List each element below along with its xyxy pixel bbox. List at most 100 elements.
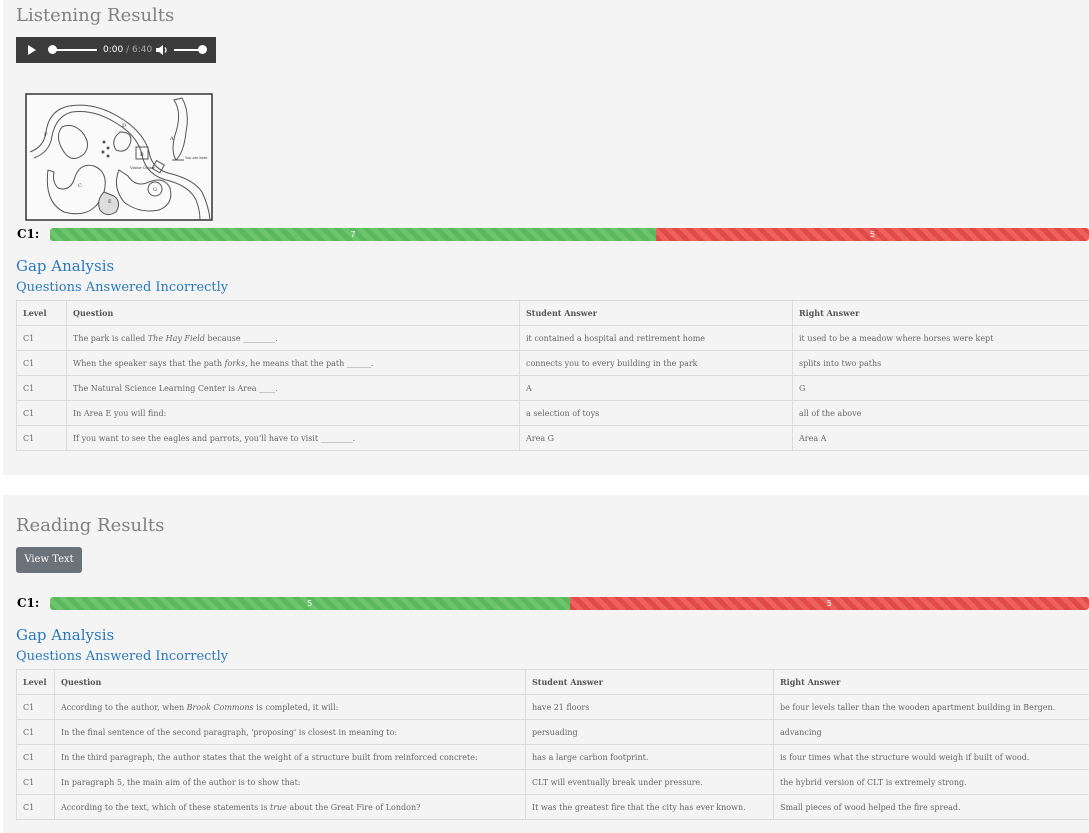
question-emphasis: Brook Commons	[186, 702, 254, 712]
question-text-end: about the Great Fire of London?	[286, 802, 421, 812]
right-answer-cell: advancing	[773, 719, 1089, 745]
question-text: In Area E you will find:	[73, 408, 167, 418]
column-header-question: Question	[66, 300, 520, 326]
question-text: In paragraph 5, the main aim of the auth…	[61, 777, 301, 787]
view-text-button[interactable]: View Text	[16, 547, 82, 573]
level-cell: C1	[16, 719, 55, 745]
svg-text:You are here: You are here	[184, 156, 208, 160]
reading-correct-segment: 5	[50, 597, 570, 610]
listening-correct-segment: 7	[50, 228, 657, 241]
student-answer-cell: CLT will eventually break under pressure…	[525, 769, 774, 795]
column-header-right-answer: Right Answer	[792, 300, 1089, 326]
svg-text:F: F	[44, 132, 48, 138]
question-text-end: because ________.	[204, 333, 278, 343]
right-answer-cell: Small pieces of wood helped the fire spr…	[773, 794, 1089, 820]
question-text: In the third paragraph, the author state…	[61, 752, 478, 762]
question-cell: In paragraph 5, the main aim of the auth…	[54, 769, 526, 795]
right-answer-cell: Area A	[792, 425, 1089, 451]
park-map-image: F D A B C E G Visitor Center You are her…	[25, 93, 213, 221]
table-row: C1 In the final sentence of the second pa…	[16, 719, 1089, 745]
listening-gap-table: Level Question Student Answer Right Answ…	[16, 300, 1089, 451]
audio-seek-handle[interactable]	[48, 45, 57, 54]
audio-time: 0:00 / 6:40	[103, 45, 152, 55]
question-text-end: is completed, it will:	[253, 702, 339, 712]
listening-level-label: C1:	[17, 227, 40, 241]
question-emphasis: true	[269, 802, 287, 812]
table-row: C1 In paragraph 5, the main aim of the au…	[16, 769, 1089, 795]
play-icon[interactable]	[28, 45, 36, 55]
question-cell: If you want to see the eagles and parrot…	[66, 425, 520, 451]
table-row: C1 If you want to see the eagles and parr…	[16, 425, 1089, 451]
svg-text:C: C	[78, 183, 82, 189]
student-answer-cell: Area G	[519, 425, 793, 451]
listening-incorrect-segment: 5	[656, 228, 1089, 241]
question-cell: When the speaker says that the path fork…	[66, 350, 520, 376]
student-answer-cell: It was the greatest fire that the city h…	[525, 794, 774, 820]
student-answer-cell: it contained a hospital and retirement h…	[519, 325, 793, 351]
table-row: C1 According to the author, when Brook Co…	[16, 694, 1089, 720]
svg-text:Visitor Center: Visitor Center	[129, 166, 155, 170]
student-answer-cell: have 21 floors	[525, 694, 774, 720]
question-cell: The park is called The Hay Field because…	[66, 325, 520, 351]
column-header-right-answer: Right Answer	[773, 669, 1089, 695]
column-header-level: Level	[16, 669, 55, 695]
column-header-student-answer: Student Answer	[519, 300, 793, 326]
reading-score-bar: 5 5	[50, 597, 1089, 610]
table-row: C1 In the third paragraph, the author sta…	[16, 744, 1089, 770]
audio-current-time: 0:00	[103, 45, 124, 55]
question-cell: In the third paragraph, the author state…	[54, 744, 526, 770]
svg-text:G: G	[153, 187, 157, 193]
question-cell: According to the text, which of these st…	[54, 794, 526, 820]
table-row: C1 In Area E you will find: a selection of…	[16, 400, 1089, 426]
question-text: The Natural Science Learning Center is A…	[73, 383, 278, 393]
svg-text:B: B	[140, 152, 144, 158]
question-text: The park is called	[73, 333, 148, 343]
student-answer-cell: a selection of toys	[519, 400, 793, 426]
listening-gap-title: Gap Analysis	[16, 257, 115, 275]
svg-text:E: E	[108, 199, 112, 205]
level-cell: C1	[16, 744, 55, 770]
question-cell: The Natural Science Learning Center is A…	[66, 375, 520, 401]
table-header-row: Level Question Student Answer Right Answ…	[16, 669, 1089, 695]
svg-text:A: A	[169, 136, 174, 142]
level-cell: C1	[16, 425, 67, 451]
student-answer-cell: has a large carbon footprint.	[525, 744, 774, 770]
reading-level-label: C1:	[17, 596, 40, 610]
level-cell: C1	[16, 694, 55, 720]
audio-player[interactable]: 0:00 / 6:40	[16, 37, 216, 63]
level-cell: C1	[16, 325, 67, 351]
question-cell: In the final sentence of the second para…	[54, 719, 526, 745]
question-cell: In Area E you will find:	[66, 400, 520, 426]
reading-gap-subtitle: Questions Answered Incorrectly	[16, 649, 229, 664]
reading-gap-table: Level Question Student Answer Right Answ…	[16, 669, 1089, 820]
level-cell: C1	[16, 794, 55, 820]
volume-icon[interactable]	[155, 43, 169, 57]
listening-title: Listening Results	[16, 5, 175, 26]
column-header-student-answer: Student Answer	[525, 669, 774, 695]
reading-gap-title: Gap Analysis	[16, 626, 115, 644]
table-row: C1 The park is called The Hay Field becau…	[16, 325, 1089, 351]
question-emphasis: forks	[224, 358, 246, 368]
level-cell: C1	[16, 350, 67, 376]
question-text: According to the author, when	[61, 702, 187, 712]
right-answer-cell: the hybrid version of CLT is extremely s…	[773, 769, 1089, 795]
reading-title: Reading Results	[16, 515, 165, 536]
student-answer-cell: connects you to every building in the pa…	[519, 350, 793, 376]
student-answer-cell: A	[519, 375, 793, 401]
audio-duration: / 6:40	[123, 45, 153, 55]
listening-gap-subtitle: Questions Answered Incorrectly	[16, 280, 229, 295]
column-header-question: Question	[54, 669, 526, 695]
right-answer-cell: G	[792, 375, 1089, 401]
right-answer-cell: all of the above	[792, 400, 1089, 426]
question-text: When the speaker says that the path	[73, 358, 225, 368]
question-text: If you want to see the eagles and parrot…	[73, 433, 356, 443]
question-text: According to the text, which of these st…	[61, 802, 270, 812]
level-cell: C1	[16, 769, 55, 795]
table-row: C1 The Natural Science Learning Center is…	[16, 375, 1089, 401]
svg-text:D: D	[122, 123, 126, 129]
question-text-end: , he means that the path ______.	[245, 358, 374, 368]
right-answer-cell: is four times what the structure would w…	[773, 744, 1089, 770]
volume-handle[interactable]	[198, 45, 207, 54]
level-cell: C1	[16, 375, 67, 401]
reading-incorrect-segment: 5	[569, 597, 1089, 610]
